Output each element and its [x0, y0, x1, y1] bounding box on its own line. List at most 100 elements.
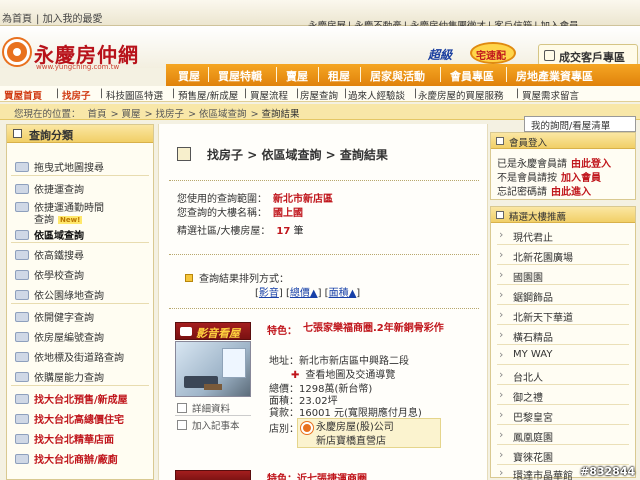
- nav-member[interactable]: 會員專區: [450, 68, 494, 84]
- member-login-line: 已是永慶會員請 由此登入: [497, 159, 611, 170]
- top-utility-bar: 為首頁| 加入我的最愛 永慶房屋| 永慶不動產| 永慶房仲集團徵才| 客戶信箱|…: [0, 0, 640, 32]
- subnav-buy-process[interactable]: 買屋流程: [250, 88, 288, 102]
- sidebar-item-landmark[interactable]: 依地標及街道路查詢: [15, 349, 124, 364]
- area-icon: [15, 230, 29, 240]
- subnav-buy-request[interactable]: 買屋需求留言: [522, 88, 579, 102]
- featured-building-item[interactable]: 寶徠花園: [499, 448, 553, 464]
- building-icon: [15, 394, 29, 404]
- nav-buy-special[interactable]: 買屋特輯: [218, 68, 262, 84]
- sidebar-item-storefront-taipei[interactable]: 找大台北精華店面: [15, 431, 114, 446]
- id-icon: [15, 332, 29, 342]
- listing-feature-link[interactable]: 七張家樂福商圈.2年新銅骨彩作: [303, 322, 479, 336]
- right-column: 會員登入 已是永慶會員請 由此登入 不是會員請按 加入會員 忘記密碼請 由此進入 精選…: [490, 130, 640, 480]
- sort-options: [影音] [總價▲] [面積▲]: [255, 288, 361, 299]
- sidebar-item-mrt[interactable]: 依捷運查詢: [15, 181, 84, 196]
- subnav-tech-area[interactable]: 科技圖區特選: [106, 88, 163, 102]
- subnav-presale[interactable]: 預售屋/新成屋: [178, 88, 238, 102]
- listing-photo[interactable]: [175, 341, 251, 397]
- park-icon: [15, 290, 29, 300]
- sort-by-video[interactable]: 影音: [259, 288, 279, 299]
- logo-icon[interactable]: [4, 39, 30, 65]
- subnav-home[interactable]: 買屋首頁: [4, 88, 42, 102]
- subnav-experience[interactable]: 過來人經驗談: [348, 88, 405, 102]
- sidebar-item-house-id[interactable]: 依房屋編號查詢: [15, 329, 104, 344]
- sidebar-title: 查詢分類: [29, 129, 73, 142]
- featured-building-item[interactable]: MY WAY: [499, 348, 553, 361]
- breadcrumb-prefix: 您現在的位置：: [14, 109, 81, 120]
- featured-building-item[interactable]: 橫石精品: [499, 328, 553, 344]
- sub-nav: 買屋首頁 | 找房子 | 科技圖區特選 | 預售屋/新成屋 | 買屋流程 | 房…: [0, 86, 640, 102]
- sort-by-area[interactable]: 面積▲: [329, 288, 357, 299]
- bullet-icon: [185, 274, 193, 282]
- member-join-line: 不是會員請按 加入會員: [497, 173, 601, 184]
- add-to-notebook-link[interactable]: 加入記事本: [177, 418, 240, 432]
- featured-building-item[interactable]: 現代君止: [499, 228, 553, 244]
- sidebar-item-park[interactable]: 依公園綠地查詢: [15, 287, 104, 302]
- sidebar-item-presale-taipei[interactable]: 找大台北預售/新成屋: [15, 391, 128, 406]
- slogan-badge-text: 宅速配: [476, 51, 506, 62]
- budget-icon: [15, 372, 29, 382]
- sidebar-item-office-taipei[interactable]: 找大台北商辦/廠廁: [15, 451, 118, 466]
- nav-rent[interactable]: 租屋: [328, 68, 350, 84]
- member-login-panel: 會員登入 已是永慶會員請 由此登入 不是會員請按 加入會員 忘記密碼請 由此進入: [490, 132, 636, 200]
- nav-separator: [360, 67, 361, 82]
- breadcrumb-area-search[interactable]: 依區域查詢: [199, 109, 247, 120]
- store-icon: [15, 434, 29, 444]
- listing-detail-link[interactable]: 詳細資料: [177, 401, 230, 415]
- next-listing-feature[interactable]: 特色：近七張捷運商圈: [267, 470, 367, 480]
- sidebar-item-budget[interactable]: 依購屋能力查詢: [15, 369, 104, 384]
- nav-buy[interactable]: 買屋: [178, 68, 200, 84]
- next-video-tour-button[interactable]: [175, 470, 251, 480]
- slogan-badge[interactable]: 宅速配: [470, 42, 516, 64]
- video-tour-button[interactable]: 影音看屋: [175, 322, 251, 340]
- sidebar-item-school[interactable]: 依學校查詢: [15, 267, 84, 282]
- map-traffic-link[interactable]: ✚ 查看地圖及交通導覽: [291, 366, 395, 381]
- featured-building-item[interactable]: 國園園: [499, 268, 543, 284]
- deal-customer-button[interactable]: 成交客戶專區: [538, 44, 638, 66]
- landmark-icon: [15, 352, 29, 362]
- sort-by-price[interactable]: 總價▲: [290, 288, 318, 299]
- sidebar-item-hsr[interactable]: 依高鐵搜尋: [15, 247, 84, 262]
- sidebar-item-area[interactable]: 依區域查詢: [15, 227, 84, 242]
- featured-building-item[interactable]: 北新花園廣場: [499, 248, 573, 264]
- breadcrumb-buy[interactable]: 買屋: [122, 109, 141, 120]
- agency-info[interactable]: 永慶房屋(股)公司 新店寶橋直營店: [297, 418, 441, 448]
- building-list-icon: [496, 211, 504, 219]
- listing-address: 地址：新北市新店區中興路二段: [269, 356, 409, 367]
- featured-panel-header: 精選大樓推薦: [491, 207, 635, 223]
- result-count: 精選社區/大樓房屋： 17 筆: [177, 226, 304, 237]
- search-result-icon: [177, 147, 191, 161]
- member-panel-header: 會員登入: [491, 133, 635, 149]
- subnav-house-query[interactable]: 房屋查詢: [300, 88, 338, 102]
- subnav-find-house[interactable]: 找房子: [62, 88, 91, 102]
- breadcrumb-find-house[interactable]: 找房子: [156, 109, 185, 120]
- featured-building-item[interactable]: 鳳凰庭園: [499, 428, 553, 444]
- set-homepage-link[interactable]: 為首頁: [2, 14, 32, 25]
- featured-building-item[interactable]: 巴黎皇宮: [499, 408, 553, 424]
- sidebar-item-map-drag[interactable]: 拖曳式地圖搜尋: [15, 159, 104, 174]
- breadcrumb-home[interactable]: 首頁: [88, 109, 107, 120]
- featured-building-item[interactable]: 鋸鋼飾品: [499, 288, 553, 304]
- sidebar-item-luxury-taipei[interactable]: 找大台北高總價住宅: [15, 411, 124, 426]
- subnav-buy-service[interactable]: 永慶房屋的買屋服務: [418, 88, 504, 102]
- add-favorite-link[interactable]: 加入我的最愛: [43, 14, 103, 25]
- map-icon: [15, 162, 29, 172]
- user-icon: [544, 50, 555, 61]
- nav-separator: [208, 67, 209, 82]
- featured-building-item[interactable]: 環達市晶華館: [499, 466, 573, 480]
- nav-home-events[interactable]: 居家與活動: [370, 68, 425, 84]
- site-url: www.yungching.com.tw: [36, 63, 120, 71]
- nav-industry[interactable]: 房地產業資專區: [516, 68, 593, 84]
- query-scope: 您使用的查詢範圍： 新北市新店區: [177, 194, 333, 205]
- sidebar-item-keyword[interactable]: 依開健字查詢: [15, 309, 94, 324]
- featured-building-item[interactable]: 北新天下華道: [499, 308, 573, 324]
- sort-label: 查詢結果排列方式：: [185, 270, 289, 285]
- forgot-password-link[interactable]: 由此進入: [551, 187, 591, 198]
- featured-building-item[interactable]: 台北人: [499, 368, 543, 384]
- luxury-icon: [15, 414, 29, 424]
- featured-building-item[interactable]: 御之禮: [499, 388, 543, 404]
- nav-sell[interactable]: 賣屋: [286, 68, 308, 84]
- sidebar-item-mrt-commute-cont[interactable]: 查詢 New!: [34, 211, 83, 226]
- new-badge: New!: [58, 216, 83, 224]
- deal-customer-label: 成交客戶專區: [559, 51, 625, 64]
